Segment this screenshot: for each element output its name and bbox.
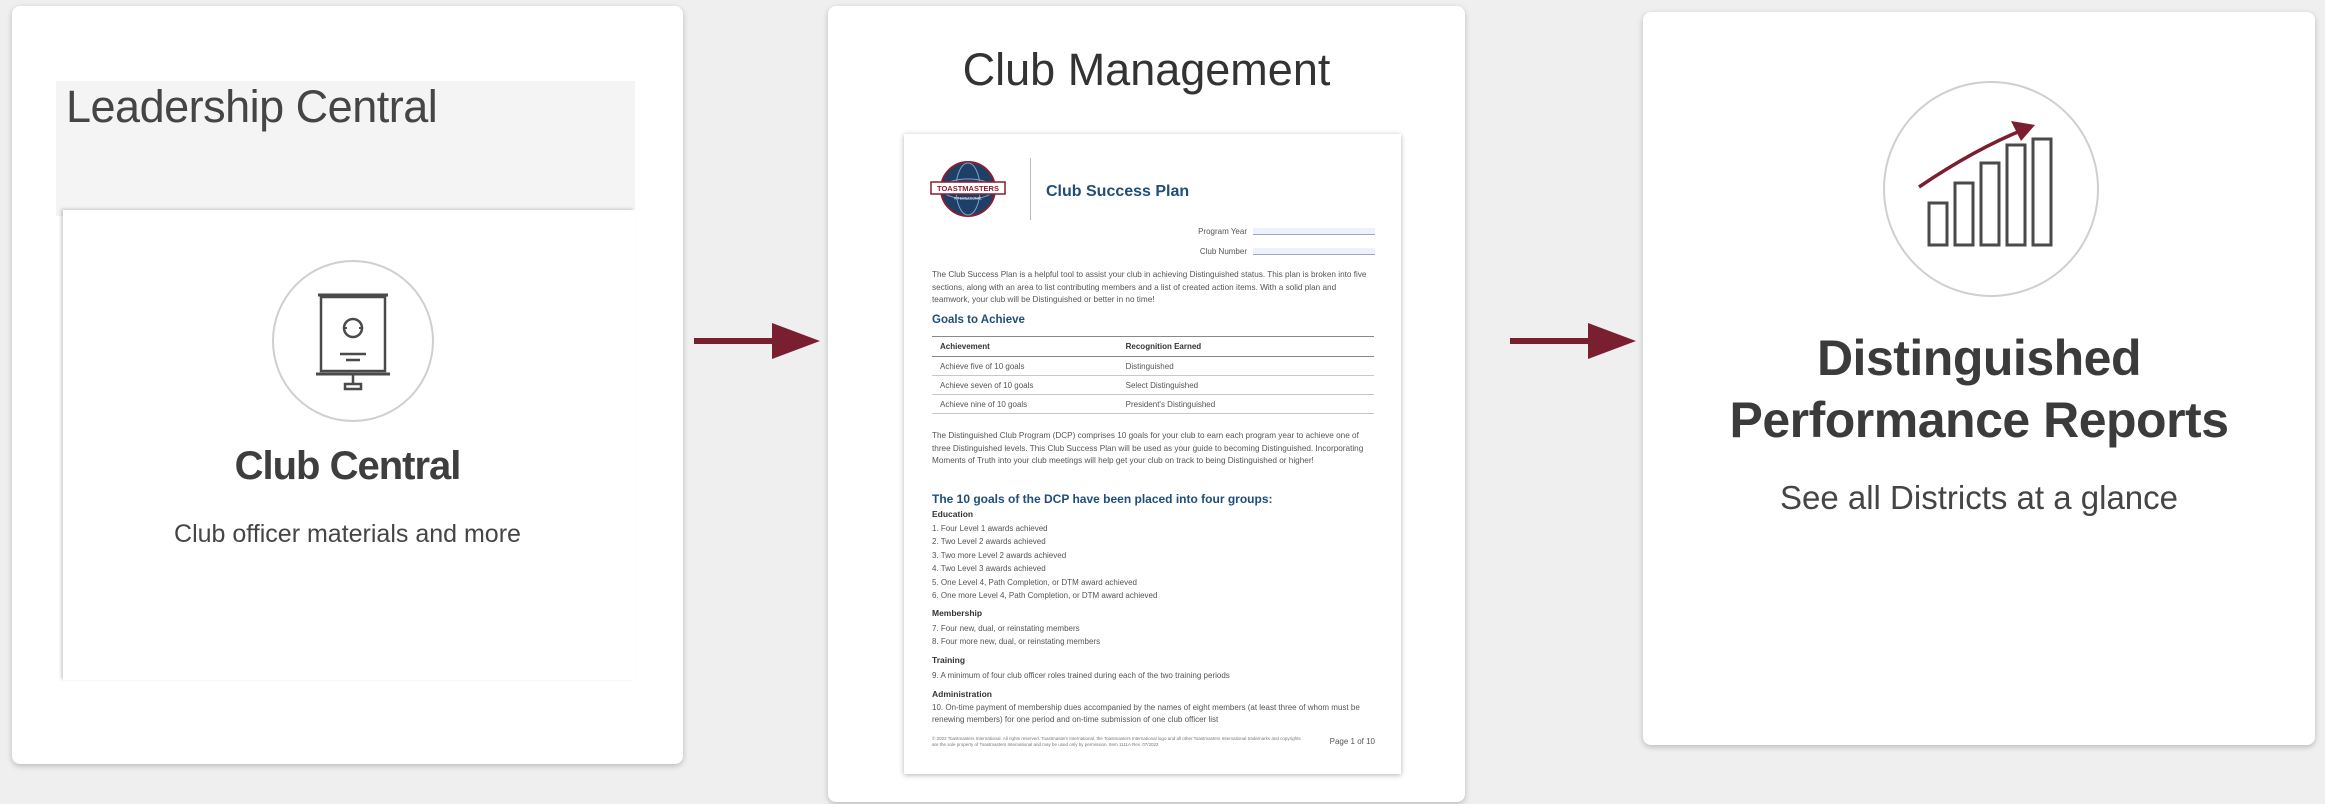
table-row: Achieve nine of 10 goals President's Dis…	[932, 394, 1374, 414]
list-item: 6. One more Level 4, Path Completion, or…	[932, 591, 1158, 601]
administration-label: Administration	[932, 689, 992, 699]
document-divider	[1030, 158, 1031, 220]
list-item: 2. Two Level 2 awards achieved	[932, 537, 1046, 547]
training-label: Training	[932, 655, 966, 665]
table-cell: Achieve five of 10 goals	[932, 356, 1118, 376]
table-cell: Distinguished	[1117, 356, 1374, 376]
document-title: Club Success Plan	[1046, 183, 1190, 200]
toastmasters-logo-icon: TOASTMASTERS INTERNATIONAL	[930, 160, 1006, 218]
table-cell: Achieve nine of 10 goals	[932, 394, 1118, 414]
list-item: 9. A minimum of four club officer roles …	[932, 671, 1230, 680]
table-header-row: Achievement Recognition Earned	[932, 336, 1374, 357]
distinguished-performance-subtitle: See all Districts at a glance	[1779, 479, 2178, 516]
list-item: 8. Four more new, dual, or reinstating m…	[932, 637, 1101, 647]
distinguished-performance-card[interactable]: Distinguished Performance Reports See al…	[1643, 12, 2315, 745]
membership-label: Membership	[932, 608, 983, 618]
document-footer: © 2022 Toastmasters International. All r…	[932, 736, 1301, 747]
arrow-right-icon	[1510, 323, 1636, 359]
club-central-card[interactable]: Leadership Central Club Central Club off…	[12, 6, 683, 764]
list-item: 5. One Level 4, Path Completion, or DTM …	[932, 577, 1137, 587]
administration-list: 10. On-time payment of membership dues a…	[932, 702, 1377, 726]
heading-line-2: Performance Reports	[1729, 392, 2230, 448]
intro-paragraph: The Club Success Plan is a helpful tool …	[932, 270, 1367, 304]
club-success-plan-document[interactable]: TOASTMASTERS INTERNATIONAL Club Success …	[904, 134, 1401, 774]
club-management-title: Club Management	[962, 44, 1331, 95]
arrow-right-icon	[694, 323, 820, 359]
membership-list: 7. Four new, dual, or reinstating member…	[932, 622, 1377, 649]
table-row: Achieve five of 10 goals Distinguished	[932, 356, 1374, 376]
club-central-heading: Club Central	[234, 444, 462, 488]
table-header: Recognition Earned	[1117, 336, 1374, 357]
club-management-card[interactable]: Club Management TOASTMASTERS INTERNATION…	[828, 6, 1465, 802]
education-label: Education	[932, 509, 974, 519]
program-year-label: Program Year	[1198, 227, 1247, 236]
table-cell: President's Distinguished	[1117, 394, 1374, 414]
club-number-label: Club Number	[1199, 247, 1247, 256]
distinguished-performance-heading: Distinguished Performance Reports	[1643, 327, 2315, 451]
groups-heading: The 10 goals of the DCP have been placed…	[932, 492, 1273, 506]
bar-chart-growth-icon	[1883, 81, 2099, 297]
list-item: 3. Two more Level 2 awards achieved	[932, 550, 1067, 560]
recognition-table: Achievement Recognition Earned Achieve f…	[932, 336, 1374, 414]
logo-text: TOASTMASTERS	[937, 184, 999, 193]
page-number: Page 1 of 10	[1329, 737, 1375, 746]
table-cell: Achieve seven of 10 goals	[932, 375, 1118, 395]
program-year-field: Program Year	[1198, 227, 1375, 236]
dcp-paragraph: The Distinguished Club Program (DCP) com…	[932, 431, 1364, 465]
table-row: Achieve seven of 10 goals Select Disting…	[932, 375, 1374, 395]
logo-subtext: INTERNATIONAL	[954, 197, 982, 201]
table-header: Achievement	[932, 336, 1118, 357]
list-item: 4. Two Level 3 awards achieved	[932, 564, 1046, 574]
club-central-subtitle: Club officer materials and more	[174, 520, 521, 548]
leadership-central-title: Leadership Central	[66, 81, 438, 132]
presentation-board-icon	[272, 260, 434, 422]
training-list: 9. A minimum of four club officer roles …	[932, 669, 1377, 682]
heading-line-1: Distinguished	[1816, 330, 2142, 386]
club-number-field: Club Number	[1200, 247, 1375, 256]
education-list: 1. Four Level 1 awards achieved 2. Two L…	[932, 522, 1377, 602]
table-cell: Select Distinguished	[1117, 375, 1374, 395]
goals-heading: Goals to Achieve	[932, 314, 1025, 326]
list-item: 7. Four new, dual, or reinstating member…	[932, 624, 1080, 633]
list-item: 1. Four Level 1 awards achieved	[932, 524, 1048, 533]
list-item: 10. On-time payment of membership dues a…	[932, 703, 1360, 724]
